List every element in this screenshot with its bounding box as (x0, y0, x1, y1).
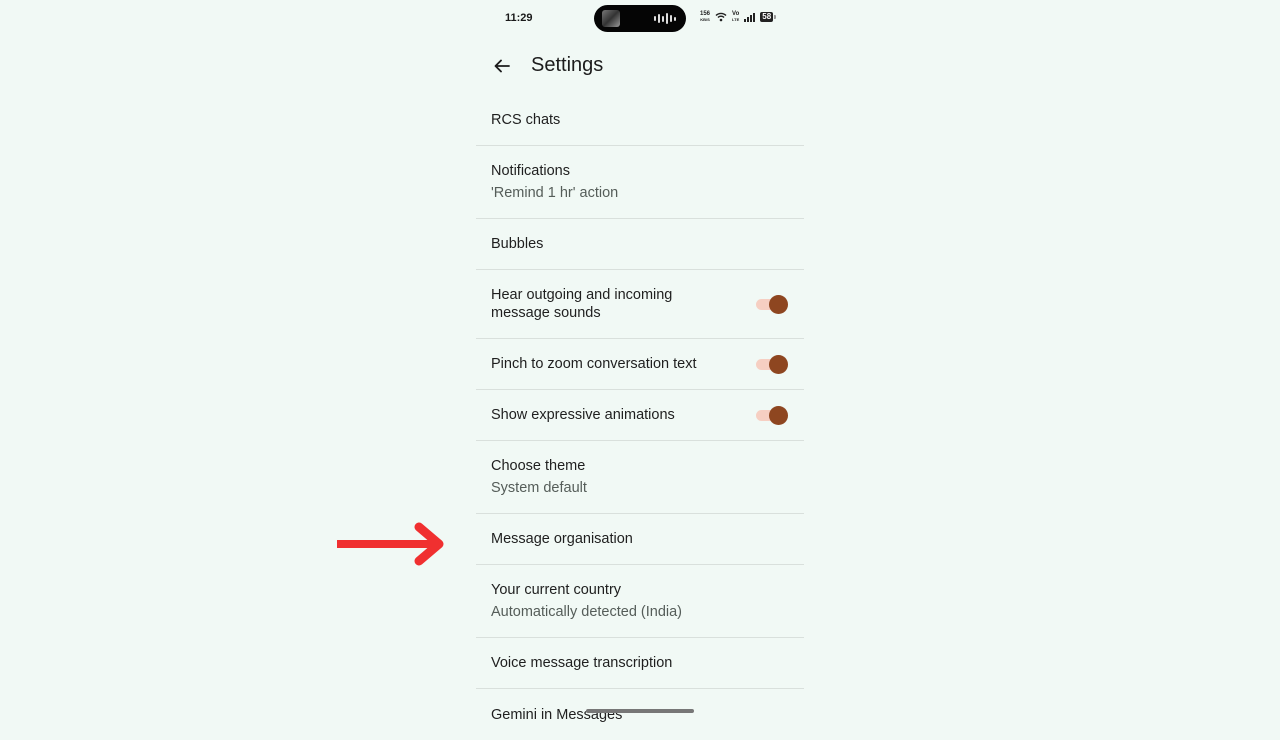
setting-voice-transcription[interactable]: Voice message transcription (476, 638, 804, 689)
home-indicator[interactable] (586, 709, 694, 713)
toggle-thumb (769, 406, 788, 425)
setting-subtitle: Automatically detected (India) (491, 604, 683, 620)
setting-subtitle: System default (491, 480, 587, 496)
setting-title: Message organisation (491, 531, 633, 547)
setting-title: Voice message transcription (491, 655, 673, 671)
audio-waveform-icon (654, 13, 676, 24)
setting-title: Choose theme (491, 458, 586, 474)
arrow-back-icon (494, 59, 510, 73)
message-sounds-toggle[interactable] (756, 294, 788, 314)
status-bar: 11:29 156 KB/S Vo LTE 58 (476, 0, 804, 36)
setting-message-sounds[interactable]: Hear outgoing and incoming message sound… (476, 270, 804, 339)
signal-icon (744, 12, 756, 22)
setting-current-country[interactable]: Your current country Automatically detec… (476, 565, 804, 638)
setting-title: Your current country (491, 582, 622, 598)
network-speed: 156 KB/S (700, 11, 710, 23)
volte-icon: Vo LTE (732, 11, 739, 23)
volte-bottom: LTE (732, 17, 740, 22)
red-arrow-icon (337, 522, 444, 566)
setting-title: Notifications (491, 163, 570, 179)
app-bar: Settings (476, 44, 804, 88)
setting-subtitle: 'Remind 1 hr' action (491, 185, 619, 201)
setting-notifications[interactable]: Notifications 'Remind 1 hr' action (476, 146, 804, 219)
setting-title: Bubbles (491, 236, 544, 252)
setting-title: Show expressive animations (491, 407, 675, 423)
setting-gemini-in-messages[interactable]: Gemini in Messages (476, 689, 804, 740)
network-speed-unit: KB/S (700, 17, 710, 22)
setting-title: RCS chats (491, 112, 561, 128)
toggle-thumb (769, 355, 788, 374)
back-button[interactable] (490, 54, 514, 78)
album-art-icon (602, 10, 620, 27)
settings-list: RCS chats Notifications 'Remind 1 hr' ac… (476, 95, 804, 740)
page-title: Settings (531, 54, 604, 76)
pinch-to-zoom-toggle[interactable] (756, 354, 788, 374)
status-icons: 156 KB/S Vo LTE 58 (700, 11, 777, 23)
setting-expressive-animations[interactable]: Show expressive animations (476, 390, 804, 441)
expressive-animations-toggle[interactable] (756, 405, 788, 425)
phone-screen: 11:29 156 KB/S Vo LTE 58 Settings RCS ch… (476, 0, 804, 723)
setting-pinch-to-zoom[interactable]: Pinch to zoom conversation text (476, 339, 804, 390)
status-time: 11:29 (505, 12, 533, 24)
wifi-icon (715, 12, 727, 22)
setting-title: Hear outgoing and incoming message sound… (491, 287, 673, 321)
setting-message-organisation[interactable]: Message organisation (476, 514, 804, 565)
setting-bubbles[interactable]: Bubbles (476, 219, 804, 270)
setting-title: Pinch to zoom conversation text (491, 356, 697, 372)
battery-icon: 58 (760, 12, 777, 22)
setting-rcs-chats[interactable]: RCS chats (476, 95, 804, 146)
setting-choose-theme[interactable]: Choose theme System default (476, 441, 804, 514)
toggle-thumb (769, 295, 788, 314)
dynamic-island-media[interactable] (594, 5, 686, 32)
